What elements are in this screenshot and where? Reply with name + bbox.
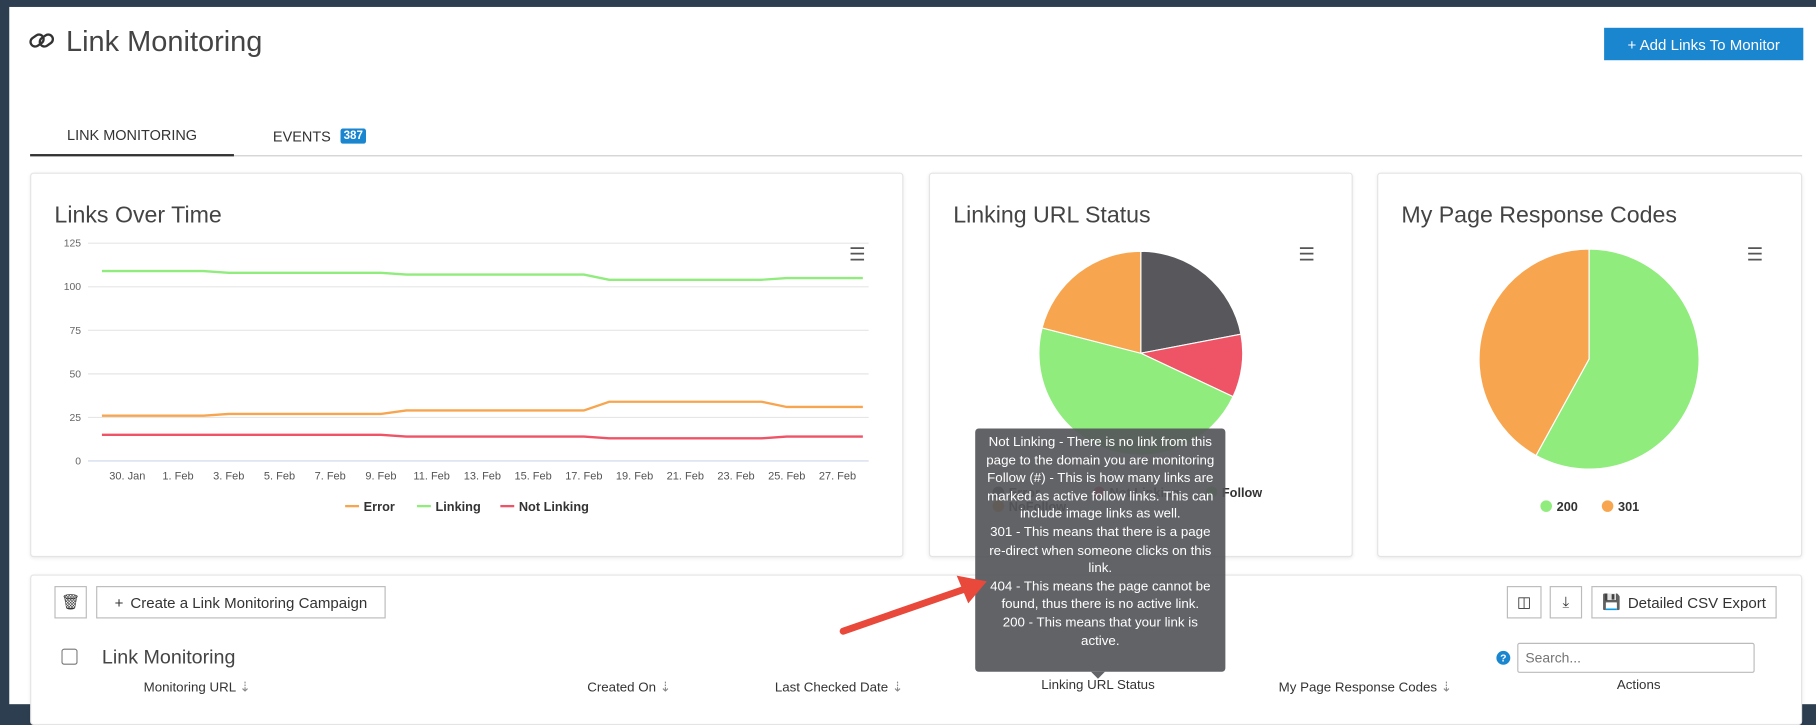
series-line-error — [101, 400, 863, 417]
y-tick-label: 25 — [69, 413, 81, 424]
x-tick-label: 1. Feb — [162, 470, 193, 482]
x-tick-label: 25. Feb — [768, 470, 805, 482]
search-input[interactable] — [1517, 642, 1755, 673]
download-button[interactable]: ⤓ — [1549, 586, 1583, 619]
sort-icon[interactable]: ⇣ — [656, 681, 671, 695]
delete-button[interactable]: 🗑 — [54, 586, 87, 619]
x-tick-label: 13. Feb — [464, 470, 501, 482]
x-tick-label: 27. Feb — [819, 470, 856, 482]
sort-icon[interactable]: ⇣ — [236, 681, 250, 695]
legend-item[interactable]: 200 — [1557, 499, 1578, 514]
legend-item[interactable]: Not Linking — [519, 499, 589, 514]
y-tick-label: 50 — [69, 369, 81, 380]
x-tick-label: 11. Feb — [413, 470, 450, 482]
x-tick-label: 5. Feb — [264, 470, 295, 482]
x-tick-label: 15. Feb — [514, 470, 551, 482]
y-tick-label: 125 — [64, 239, 82, 250]
series-line-linking — [101, 269, 863, 281]
trash-icon: 🗑 — [61, 592, 81, 611]
column-header[interactable]: Last Checked Date ⇣ — [775, 679, 903, 695]
column-header[interactable]: Actions — [1617, 679, 1661, 693]
legend-item[interactable]: 301 — [1618, 499, 1639, 514]
x-tick-label: 3. Feb — [213, 470, 244, 482]
x-tick-label: 19. Feb — [616, 470, 653, 482]
sort-icon[interactable]: ⇣ — [888, 681, 903, 695]
y-tick-label: 100 — [64, 282, 82, 293]
help-icon[interactable]: ? — [1496, 650, 1511, 665]
x-tick-label: 17. Feb — [565, 470, 602, 482]
y-tick-label: 75 — [69, 326, 81, 337]
save-icon: 💾 — [1602, 592, 1621, 611]
x-tick-label: 21. Feb — [667, 470, 704, 482]
legend-swatch — [1540, 500, 1552, 512]
red-arrow-annotation — [839, 575, 987, 635]
legend-swatch — [1601, 500, 1614, 512]
legend-item[interactable]: Error — [364, 499, 395, 514]
column-header[interactable]: Linking URL Status — [1041, 679, 1155, 693]
series-line-not-linking — [101, 433, 863, 440]
select-all-checkbox[interactable] — [61, 648, 78, 665]
create-campaign-button[interactable]: + Create a Link Monitoring Campaign — [96, 586, 386, 619]
x-tick-label: 9. Feb — [365, 470, 396, 482]
csv-export-button[interactable]: 💾 Detailed CSV Export — [1591, 586, 1777, 619]
x-tick-label: 7. Feb — [315, 470, 346, 482]
columns-button[interactable]: ◫ — [1506, 586, 1542, 619]
plus-icon: + — [114, 593, 124, 611]
x-tick-label: 23. Feb — [717, 470, 754, 482]
column-header[interactable]: Created On ⇣ — [587, 679, 671, 695]
table-title: Link Monitoring — [101, 646, 236, 669]
sort-icon[interactable]: ⇣ — [1437, 681, 1452, 695]
x-tick-label: 30. Jan — [109, 470, 145, 482]
download-icon: ⤓ — [1562, 592, 1570, 611]
tooltip: Not Linking - There is no link from this… — [975, 428, 1226, 679]
columns-icon: ◫ — [1517, 592, 1532, 611]
legend-item[interactable]: Linking — [435, 499, 480, 514]
legend-item[interactable]: Follow — [1222, 485, 1262, 500]
column-header[interactable]: Monitoring URL ⇣ — [144, 679, 251, 695]
y-tick-label: 0 — [75, 456, 81, 467]
column-header[interactable]: My Page Response Codes ⇣ — [1279, 679, 1452, 695]
